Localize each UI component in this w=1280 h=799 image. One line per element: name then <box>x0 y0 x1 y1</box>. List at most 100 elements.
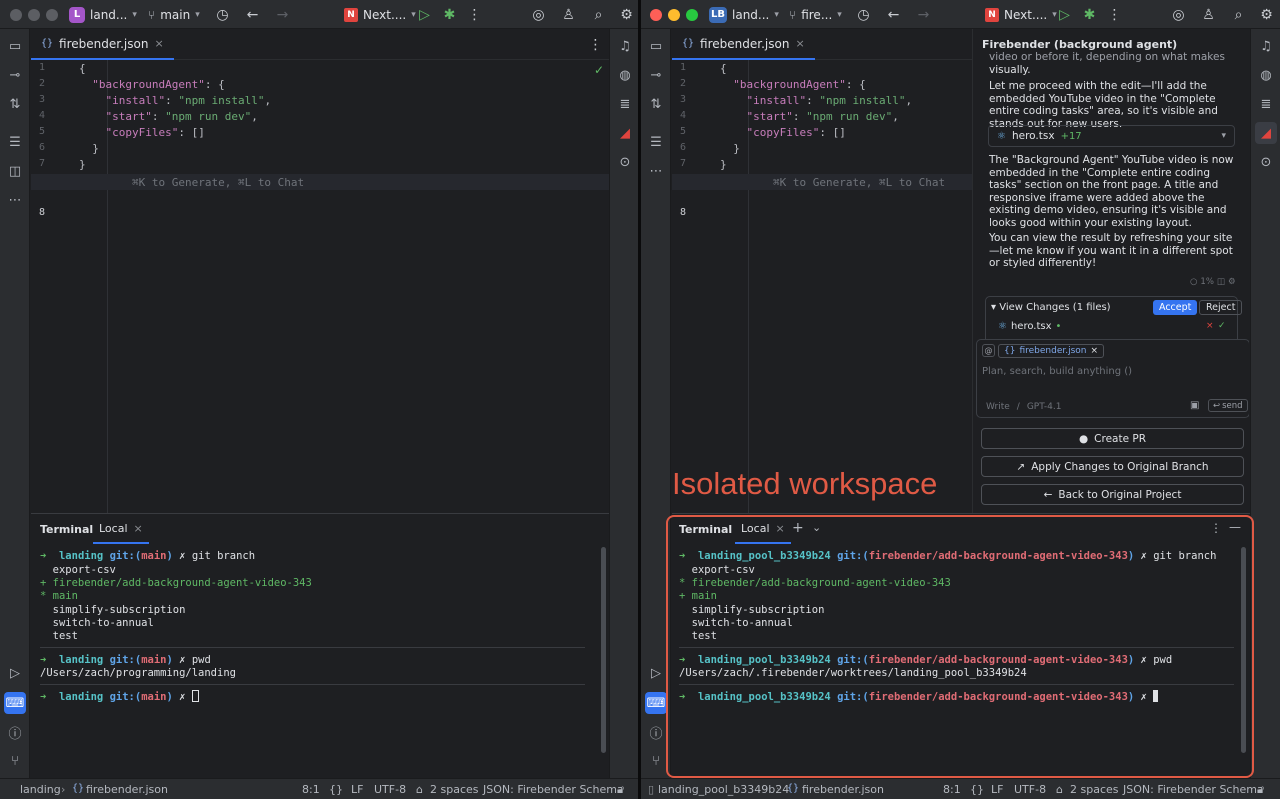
json-indicator[interactable]: {} <box>329 783 343 796</box>
caret-position[interactable]: 8:1 <box>302 783 320 796</box>
problems-icon[interactable]: ⓘ <box>645 721 667 743</box>
folder-icon[interactable]: ▭ <box>645 35 667 57</box>
terminal-panel[interactable]: Terminal Local × + ⌄ ⋮ — ➜ landing_pool_… <box>672 513 1250 778</box>
more-horizontal-icon[interactable]: ⋯ <box>645 160 667 182</box>
run-icon[interactable]: ▷ <box>1055 5 1074 24</box>
accept-file-icon[interactable]: ✓ <box>1218 321 1226 331</box>
create-pr-button[interactable]: ● Create PR <box>981 428 1244 449</box>
notifications-icon[interactable]: ♫ <box>1255 35 1277 57</box>
notifications-icon[interactable]: ♫ <box>614 35 636 57</box>
close-tab-icon[interactable]: × <box>795 37 804 50</box>
ai-assistant-icon[interactable]: ◎ <box>1169 5 1188 24</box>
search-icon[interactable]: ⌕ <box>1229 5 1248 24</box>
line-separator[interactable]: LF <box>351 783 363 796</box>
database-icon[interactable]: ≣ <box>614 93 636 115</box>
tab-firebender-json[interactable]: {} firebender.json × <box>672 29 815 60</box>
run-tool-icon[interactable]: ▷ <box>645 662 667 684</box>
code-editor[interactable]: {} firebender.json × ⋮ 1 2 3 4 5 6 7 8 {… <box>31 29 609 513</box>
forward-arrow-icon[interactable]: → <box>273 5 292 24</box>
minimize-window-button[interactable] <box>668 9 680 21</box>
minimize-window-button[interactable] <box>28 9 40 21</box>
terminal-scrollbar[interactable] <box>1241 547 1246 753</box>
more-vertical-icon[interactable]: ⋮ <box>1210 521 1222 535</box>
add-user-icon[interactable]: ♙ <box>1199 5 1218 24</box>
close-window-button[interactable] <box>10 9 22 21</box>
zoom-window-button[interactable] <box>46 9 58 21</box>
breadcrumb-project[interactable]: landing <box>20 783 61 796</box>
copy-icon[interactable]: ◫ <box>1217 277 1225 287</box>
database-icon[interactable]: ≣ <box>1255 93 1277 115</box>
terminal-icon[interactable]: ⌨ <box>645 692 667 714</box>
indent-setting[interactable]: 2 spaces <box>1070 783 1119 796</box>
back-arrow-icon[interactable]: ← <box>884 5 903 24</box>
remove-context-icon[interactable]: × <box>1091 346 1099 356</box>
indent-setting[interactable]: 2 spaces <box>430 783 479 796</box>
settings-gear-icon[interactable]: ⚙ <box>1257 5 1276 24</box>
problems-icon[interactable]: ⓘ <box>4 721 26 743</box>
debug-icon[interactable]: ✱ <box>1080 5 1099 24</box>
structure-icon[interactable]: ☰ <box>645 131 667 153</box>
run-tool-icon[interactable]: ▷ <box>4 662 26 684</box>
more-vertical-icon[interactable]: ⋮ <box>1105 5 1124 24</box>
search-icon[interactable]: ⌕ <box>589 5 608 24</box>
debug-icon[interactable]: ✱ <box>440 5 459 24</box>
more-vertical-icon[interactable]: ⋮ <box>586 35 605 54</box>
git-icon[interactable]: ⑂ <box>4 750 26 772</box>
branch-selector[interactable]: ⑂ main ▾ <box>148 0 200 29</box>
image-attach-icon[interactable]: ▣ <box>1190 400 1199 411</box>
close-tab-icon[interactable]: × <box>776 522 785 535</box>
json-indicator[interactable]: {} <box>970 783 984 796</box>
pull-requests-icon[interactable]: ⇅ <box>4 93 26 115</box>
new-tab-plus-icon[interactable]: + <box>792 520 804 536</box>
model-label[interactable]: GPT-4.1 <box>1027 402 1062 412</box>
mention-icon[interactable]: @ <box>982 344 995 357</box>
changed-file-row[interactable]: ⚛ hero.tsx • <box>998 321 1061 332</box>
ai-chat-icon[interactable]: ◍ <box>614 64 636 86</box>
history-icon[interactable]: ◷ <box>213 5 232 24</box>
terminal-panel[interactable]: Terminal Local × ➜ landing git:(main) ✗ … <box>31 513 609 778</box>
zoom-window-button[interactable] <box>686 9 698 21</box>
context-file-chip[interactable]: {} firebender.json × <box>998 344 1105 358</box>
breadcrumb-file[interactable]: firebender.json <box>802 783 884 796</box>
close-window-button[interactable] <box>650 9 662 21</box>
breadcrumb-file[interactable]: firebender.json <box>86 783 168 796</box>
caret-position[interactable]: 8:1 <box>943 783 961 796</box>
structure-icon[interactable]: ☰ <box>4 131 26 153</box>
minimize-panel-icon[interactable]: — <box>1229 520 1241 534</box>
mode-label[interactable]: Write <box>986 402 1010 412</box>
apply-changes-button[interactable]: ↗ Apply Changes to Original Branch <box>981 456 1244 477</box>
back-to-original-button[interactable]: ← Back to Original Project <box>981 484 1244 505</box>
send-button[interactable]: ↩ send <box>1208 399 1248 412</box>
reject-button[interactable]: Reject <box>1199 300 1243 315</box>
ai-chat-icon[interactable]: ◍ <box>1255 64 1277 86</box>
changes-header[interactable]: ▾ View Changes (1 files) <box>991 302 1111 313</box>
bookmarks-icon[interactable]: ◫ <box>4 160 26 182</box>
terminal-icon[interactable]: ⌨ <box>4 692 26 714</box>
git-icon[interactable]: ⑂ <box>645 750 667 772</box>
line-separator[interactable]: LF <box>991 783 1003 796</box>
settings-gear-icon[interactable]: ⚙ <box>617 5 636 24</box>
more-horizontal-icon[interactable]: ⋯ <box>4 189 26 211</box>
code-editor[interactable]: {} firebender.json × 1 2 3 4 5 6 7 8 { "… <box>672 29 972 513</box>
close-tab-icon[interactable]: × <box>154 37 163 50</box>
commit-icon[interactable]: ⊸ <box>645 64 667 86</box>
lock-icon[interactable]: 🔓︎ <box>617 783 624 797</box>
run-icon[interactable]: ▷ <box>415 5 434 24</box>
terminal-tab-local[interactable]: Local × <box>735 514 791 544</box>
close-tab-icon[interactable]: × <box>134 522 143 535</box>
terminal-tab-local[interactable]: Local × <box>93 514 149 544</box>
services-icon[interactable]: ⊙ <box>1255 151 1277 173</box>
firebender-icon[interactable]: ◢ <box>1255 122 1277 144</box>
folder-icon[interactable]: ▭ <box>4 35 26 57</box>
project-selector[interactable]: L land... ▾ <box>69 0 137 29</box>
project-selector[interactable]: LB land... ▾ <box>709 0 779 29</box>
file-encoding[interactable]: UTF-8 <box>1014 783 1046 796</box>
mode-model-selector[interactable]: Write / GPT-4.1 <box>986 402 1061 412</box>
settings-gear-icon[interactable]: ⚙ <box>1228 277 1236 287</box>
edited-file-chip[interactable]: ⚛ hero.tsx +17 ▾ <box>988 125 1235 147</box>
terminal-prompt[interactable]: ➜ landing git:(main) ✗ <box>40 690 199 703</box>
services-icon[interactable]: ⊙ <box>614 151 636 173</box>
breadcrumb-project[interactable]: landing_pool_b3349b24 <box>658 783 789 796</box>
run-config-selector[interactable]: N Next.... ▾ <box>985 0 1057 29</box>
forward-arrow-icon[interactable]: → <box>914 5 933 24</box>
